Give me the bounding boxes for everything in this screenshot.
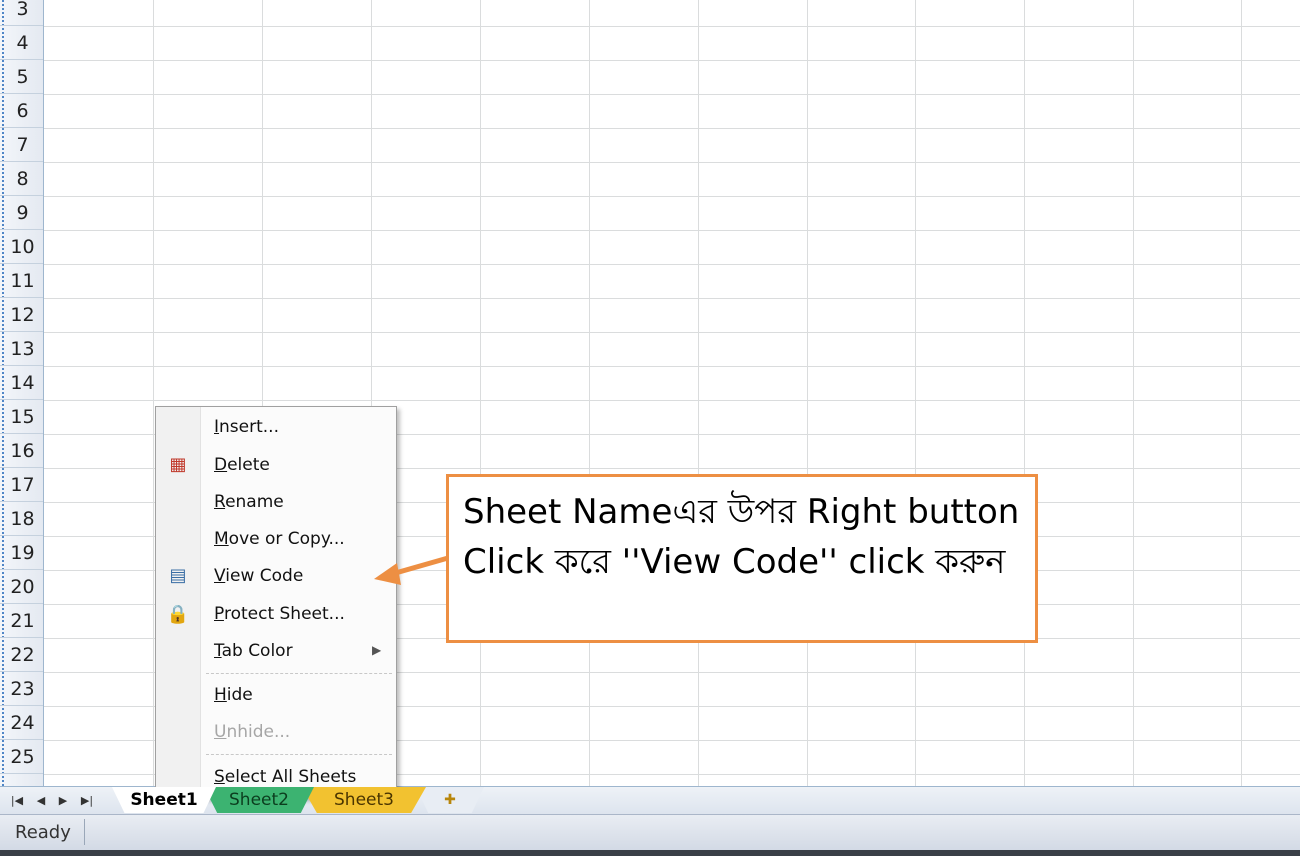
- menu-item-label: Rename: [214, 492, 284, 512]
- submenu-arrow-icon: ▶: [372, 643, 382, 657]
- menu-item-select-all-sheets[interactable]: Select All Sheets: [214, 767, 356, 787]
- prev-sheet-icon[interactable]: ◀: [32, 792, 50, 810]
- menu-item-label: View Code: [214, 566, 304, 586]
- gridline-horizontal: [44, 94, 1300, 95]
- tab-sheet2[interactable]: Sheet2: [204, 787, 314, 813]
- row-number[interactable]: 24: [0, 706, 43, 740]
- row-number[interactable]: 13: [0, 332, 43, 366]
- menu-item-delete[interactable]: Delete: [214, 455, 270, 475]
- gridline-horizontal: [44, 26, 1300, 27]
- row-number[interactable]: 6: [0, 94, 43, 128]
- sheet-tab-bar: |◀ ◀ ▶ ▶| Sheet1 Sheet2 Sheet3 ✚: [0, 786, 1300, 814]
- delete-sheet-icon: ▦: [169, 454, 187, 475]
- row-number[interactable]: 21: [0, 604, 43, 638]
- row-number[interactable]: 7: [0, 128, 43, 162]
- row-number[interactable]: 8: [0, 162, 43, 196]
- gridline-vertical: [1024, 0, 1025, 786]
- gridline-vertical: [698, 0, 699, 786]
- first-sheet-icon[interactable]: |◀: [8, 792, 26, 810]
- insert-worksheet-icon[interactable]: ✚: [416, 787, 484, 813]
- menu-separator: [206, 673, 392, 674]
- row-number[interactable]: 3: [0, 0, 43, 26]
- gridline-horizontal: [44, 332, 1300, 333]
- gridline-horizontal: [44, 230, 1300, 231]
- instruction-callout: Sheet Nameএর উপর Right button Click করে …: [446, 474, 1038, 643]
- taskbar-strip: [0, 850, 1300, 856]
- row-number[interactable]: 18: [0, 502, 43, 536]
- row-number[interactable]: 11: [0, 264, 43, 298]
- menu-item-label: Unhide...: [214, 722, 291, 742]
- gridline-vertical: [480, 0, 481, 786]
- tab-sheet3[interactable]: Sheet3: [302, 787, 426, 813]
- sheet-context-menu: Insert... ▦ Delete Rename Move or Copy..…: [155, 406, 397, 798]
- gridline-vertical: [589, 0, 590, 786]
- row-number[interactable]: 22: [0, 638, 43, 672]
- gridline-horizontal: [44, 298, 1300, 299]
- menu-item-label: Tab Color: [214, 641, 293, 661]
- gridline-horizontal: [44, 162, 1300, 163]
- tab-label: Sheet3: [334, 790, 394, 810]
- gridline-horizontal: [44, 60, 1300, 61]
- menu-item-tab-color[interactable]: Tab Color: [214, 641, 293, 661]
- gridline-horizontal: [44, 128, 1300, 129]
- row-number[interactable]: 16: [0, 434, 43, 468]
- row-number[interactable]: 4: [0, 26, 43, 60]
- row-number[interactable]: 20: [0, 570, 43, 604]
- row-number[interactable]: 14: [0, 366, 43, 400]
- row-number[interactable]: 23: [0, 672, 43, 706]
- menu-item-move-or-copy[interactable]: Move or Copy...: [214, 529, 345, 549]
- menu-item-rename[interactable]: Rename: [214, 492, 284, 512]
- menu-item-unhide: Unhide...: [214, 722, 290, 742]
- menu-item-insert[interactable]: Insert...: [214, 417, 279, 437]
- gridline-vertical: [1133, 0, 1134, 786]
- menu-separator: [206, 754, 392, 755]
- gridline-vertical: [915, 0, 916, 786]
- row-number[interactable]: 12: [0, 298, 43, 332]
- row-number[interactable]: 10: [0, 230, 43, 264]
- row-number[interactable]: 19: [0, 536, 43, 570]
- gridline-horizontal: [44, 400, 1300, 401]
- gridline-horizontal: [44, 366, 1300, 367]
- status-text: Ready: [15, 822, 71, 843]
- gridline-horizontal: [44, 264, 1300, 265]
- menu-item-hide[interactable]: Hide: [214, 685, 253, 705]
- row-number[interactable]: 5: [0, 60, 43, 94]
- tab-label: Sheet2: [229, 790, 289, 810]
- gridline-horizontal: [44, 196, 1300, 197]
- menu-item-label: Select All Sheets: [214, 767, 357, 787]
- menu-item-label: Delete: [214, 455, 270, 475]
- menu-item-label: Hide: [214, 685, 253, 705]
- menu-item-label: Protect Sheet...: [214, 604, 345, 624]
- gridline-vertical: [1241, 0, 1242, 786]
- last-sheet-icon[interactable]: ▶|: [78, 792, 96, 810]
- lock-icon: 🔒: [166, 604, 190, 625]
- menu-item-protect-sheet[interactable]: Protect Sheet...: [214, 604, 345, 624]
- row-number[interactable]: 15: [0, 400, 43, 434]
- menu-item-label: Move or Copy...: [214, 529, 345, 549]
- gridline-vertical: [153, 0, 154, 786]
- gridline-vertical: [807, 0, 808, 786]
- tab-label: Sheet1: [130, 790, 198, 810]
- row-number[interactable]: 17: [0, 468, 43, 502]
- next-sheet-icon[interactable]: ▶: [54, 792, 72, 810]
- row-number[interactable]: 25: [0, 740, 43, 774]
- status-bar: Ready: [0, 814, 1300, 850]
- menu-item-view-code[interactable]: View Code: [214, 566, 303, 586]
- row-header: 3 4 5 6 7 8 9 10 11 12 13 14 15 16 17 18 19 20 21 22 23 24 25: [0, 0, 44, 786]
- row-number[interactable]: 9: [0, 196, 43, 230]
- status-divider: [84, 819, 85, 845]
- callout-text: Sheet Nameএর উপর Right button Click করে …: [463, 492, 1020, 582]
- view-code-icon: ▤: [169, 565, 187, 586]
- menu-item-label: Insert...: [214, 417, 279, 437]
- tab-sheet1[interactable]: Sheet1: [112, 787, 216, 813]
